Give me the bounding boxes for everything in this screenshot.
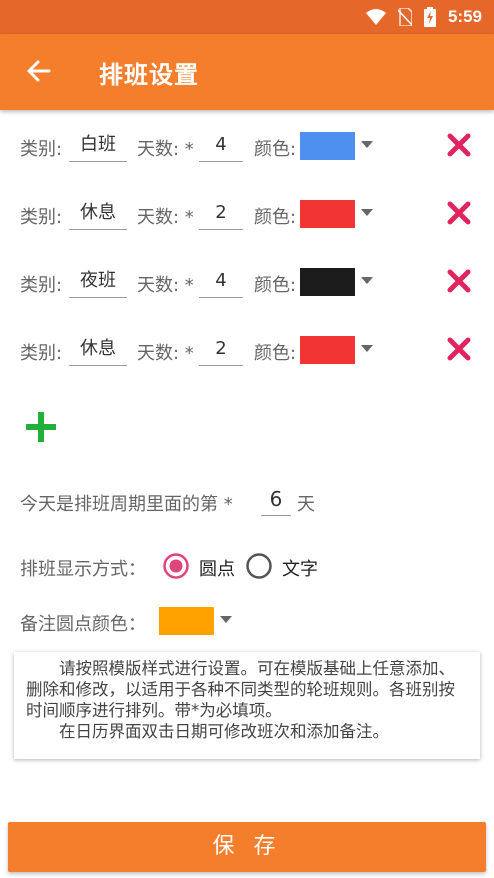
status-bar: 5:59 xyxy=(0,0,494,34)
category-label: 类别: xyxy=(20,207,63,228)
days-label: 天数: * xyxy=(137,207,194,228)
page-title: 排班设置 xyxy=(99,61,199,89)
note-paragraph: 在日历界面双击日期可修改班次和添加备注。 xyxy=(59,722,389,741)
dot-color-row: 备注圆点颜色： xyxy=(0,603,494,643)
dot-color-label: 备注圆点颜色： xyxy=(20,614,146,635)
chevron-down-icon[interactable] xyxy=(361,141,373,148)
shift-row: 类别: 夜班 天数: * 4 颜色: xyxy=(0,264,494,304)
dot-color-swatch[interactable] xyxy=(159,607,214,635)
chevron-down-icon[interactable] xyxy=(361,345,373,352)
chevron-down-icon[interactable] xyxy=(361,209,373,216)
color-label: 颜色: xyxy=(254,343,297,364)
radio-dot-label[interactable]: 圆点 xyxy=(199,555,235,581)
note-paragraph: 请按照模版样式进行设置。可在模版基础上任意添加、删除和修改，以适用于各种不同类型… xyxy=(26,659,455,720)
delete-icon[interactable] xyxy=(446,200,472,226)
cycle-day-label: 今天是排班周期里面的第 * xyxy=(20,494,233,515)
days-input[interactable]: 4 xyxy=(199,130,243,162)
category-label: 类别: xyxy=(20,343,63,364)
radio-dot-selected-icon[interactable] xyxy=(162,552,190,580)
chevron-down-icon[interactable] xyxy=(361,277,373,284)
color-swatch[interactable] xyxy=(300,268,355,296)
color-label: 颜色: xyxy=(254,139,297,160)
days-input[interactable]: 4 xyxy=(199,266,243,298)
days-label: 天数: * xyxy=(137,275,194,296)
chevron-down-icon[interactable] xyxy=(220,616,232,623)
delete-icon[interactable] xyxy=(446,268,472,294)
delete-icon[interactable] xyxy=(446,336,472,362)
display-mode-row: 排班显示方式： 圆点 文字 xyxy=(0,548,494,588)
no-sim-icon xyxy=(397,8,412,26)
clock: 5:59 xyxy=(447,7,482,26)
color-label: 颜色: xyxy=(254,275,297,296)
days-input[interactable]: 2 xyxy=(199,334,243,366)
radio-text-label[interactable]: 文字 xyxy=(282,555,318,581)
save-button[interactable]: 保 存 xyxy=(8,822,486,872)
category-input[interactable]: 夜班 xyxy=(69,266,127,298)
instruction-note: 请按照模版样式进行设置。可在模版基础上任意添加、删除和修改，以适用于各种不同类型… xyxy=(14,652,480,759)
category-label: 类别: xyxy=(20,275,63,296)
color-swatch[interactable] xyxy=(300,200,355,228)
category-label: 类别: xyxy=(20,139,63,160)
days-label: 天数: * xyxy=(137,139,194,160)
cycle-day-input[interactable]: 6 xyxy=(261,484,291,516)
display-mode-label: 排班显示方式： xyxy=(20,559,146,580)
category-input[interactable]: 休息 xyxy=(69,334,127,366)
app-bar: 排班设置 xyxy=(0,34,494,110)
battery-charging-icon xyxy=(423,7,436,27)
color-label: 颜色: xyxy=(254,207,297,228)
color-swatch[interactable] xyxy=(300,336,355,364)
shift-row: 类别: 休息 天数: * 2 颜色: xyxy=(0,332,494,372)
color-swatch[interactable] xyxy=(300,132,355,160)
category-input[interactable]: 白班 xyxy=(69,130,127,162)
shift-row: 类别: 白班 天数: * 4 颜色: xyxy=(0,128,494,168)
category-input[interactable]: 休息 xyxy=(69,198,127,230)
back-arrow-icon[interactable] xyxy=(24,56,54,86)
days-label: 天数: * xyxy=(137,343,194,364)
cycle-day-unit: 天 xyxy=(297,494,315,515)
radio-text-icon[interactable] xyxy=(245,552,273,580)
cycle-day-row: 今天是排班周期里面的第 * 6 天 xyxy=(0,480,494,524)
add-shift-icon[interactable] xyxy=(24,410,58,444)
wifi-icon xyxy=(365,9,386,25)
delete-icon[interactable] xyxy=(446,132,472,158)
days-input[interactable]: 2 xyxy=(199,198,243,230)
shift-row: 类别: 休息 天数: * 2 颜色: xyxy=(0,196,494,236)
